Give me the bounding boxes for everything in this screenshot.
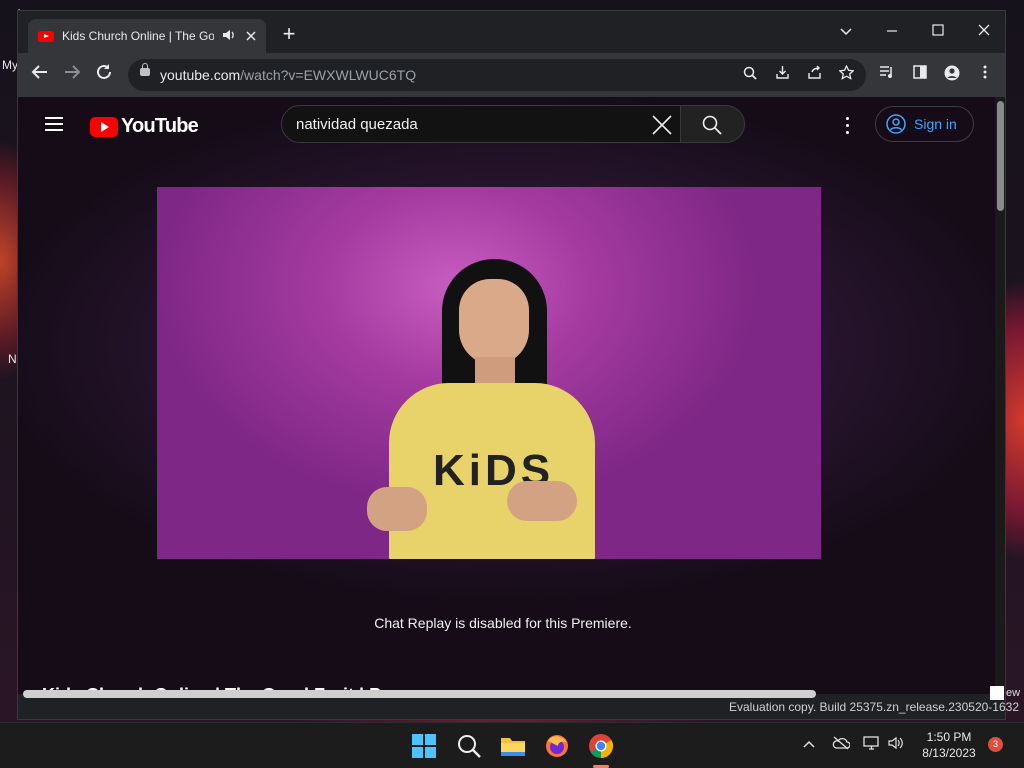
tab-youtube[interactable]: Kids Church Online | The Goo (28, 19, 266, 53)
chat-replay-message: Chat Replay is disabled for this Premier… (374, 615, 632, 631)
hamburger-menu-icon[interactable] (45, 117, 63, 131)
address-bar[interactable]: youtube.com/watch?v=EWXWLWUC6TQ (128, 59, 866, 91)
speaker-icon[interactable] (222, 29, 236, 44)
desktop-icon-label-n[interactable]: N (8, 352, 17, 366)
clear-search-icon[interactable] (650, 113, 674, 137)
youtube-logo-text: YouTube (121, 115, 199, 137)
windows-start-icon[interactable] (411, 733, 437, 759)
browser-toolbar: youtube.com/watch?v=EWXWLWUC6TQ (18, 53, 1005, 97)
horizontal-scrollbar[interactable] (18, 688, 995, 700)
media-control-icon[interactable] (877, 65, 897, 85)
settings-kebab-icon[interactable] (844, 117, 850, 135)
search-button[interactable] (681, 105, 745, 143)
vertical-scroll-thumb[interactable] (997, 101, 1004, 211)
zoom-search-icon[interactable] (740, 65, 760, 85)
sign-in-button[interactable]: Sign in (875, 106, 974, 142)
file-explorer-icon[interactable] (500, 733, 526, 759)
maximize-icon[interactable] (918, 17, 958, 45)
youtube-page: YouTube natividad quezada Sign in KiDS C… (18, 97, 995, 694)
taskbar-search-icon[interactable] (456, 733, 482, 759)
url-path: /watch?v=EWXWLWUC6TQ (240, 67, 417, 83)
tab-strip: Kids Church Online | The Goo + (18, 11, 1005, 53)
tab-search-chevron-icon[interactable] (826, 17, 866, 45)
youtube-logo[interactable]: YouTube (90, 115, 199, 138)
reload-icon[interactable] (92, 63, 116, 87)
url-text: youtube.com/watch?v=EWXWLWUC6TQ (160, 67, 416, 83)
search-input[interactable]: natividad quezada (281, 105, 681, 143)
sign-in-label: Sign in (914, 116, 957, 132)
url-host: youtube.com (160, 67, 241, 83)
youtube-favicon-icon (38, 30, 54, 42)
tab-close-icon[interactable] (244, 28, 258, 44)
chrome-icon[interactable] (588, 733, 614, 759)
network-icon[interactable] (862, 736, 882, 753)
desktop-label-ew: ew (1006, 687, 1021, 699)
profile-avatar-icon[interactable] (942, 65, 962, 85)
video-player[interactable]: KiDS (157, 187, 821, 559)
notification-badge[interactable]: 3 (988, 737, 1003, 752)
tray-overflow-chevron-icon[interactable] (799, 736, 819, 751)
lock-icon[interactable] (140, 63, 150, 76)
desktop-icon-label-my[interactable]: My (2, 58, 18, 72)
browser-menu-icon[interactable] (975, 65, 995, 85)
volume-icon[interactable] (886, 736, 906, 753)
forward-arrow-icon[interactable] (60, 63, 84, 87)
tab-title: Kids Church Online | The Goo (62, 29, 214, 43)
share-icon[interactable] (804, 65, 824, 85)
presenter-left-hand (367, 487, 427, 531)
onedrive-offline-icon[interactable] (831, 736, 851, 753)
presenter-right-hand (507, 481, 577, 521)
vertical-scrollbar[interactable] (995, 97, 1005, 694)
presenter-face (459, 279, 529, 365)
clock-time: 1:50 PM (926, 730, 972, 744)
side-panel-icon[interactable] (910, 65, 930, 85)
browser-window: Kids Church Online | The Goo + youtube.c… (17, 10, 1006, 720)
system-clock[interactable]: 1:50 PM 8/13/2023 (914, 729, 984, 761)
minimize-icon[interactable] (872, 17, 912, 45)
search-icon (702, 115, 722, 135)
horizontal-scroll-thumb[interactable] (23, 690, 816, 698)
desktop-white-square (990, 686, 1004, 700)
close-window-icon[interactable] (964, 17, 1004, 45)
youtube-header: YouTube natividad quezada Sign in (18, 97, 995, 153)
evaluation-watermark: Evaluation copy. Build 25375.zn_release.… (729, 700, 1019, 714)
bookmark-star-icon[interactable] (836, 64, 856, 85)
new-tab-button[interactable]: + (278, 23, 300, 45)
search-query: natividad quezada (296, 115, 418, 133)
firefox-icon[interactable] (544, 733, 570, 759)
youtube-play-logo-icon (90, 116, 118, 137)
back-arrow-icon[interactable] (28, 63, 52, 87)
taskbar: 1:50 PM 8/13/2023 3 (0, 722, 1024, 768)
install-app-icon[interactable] (772, 65, 792, 85)
clock-date: 8/13/2023 (922, 746, 976, 760)
account-circle-icon (886, 114, 906, 134)
